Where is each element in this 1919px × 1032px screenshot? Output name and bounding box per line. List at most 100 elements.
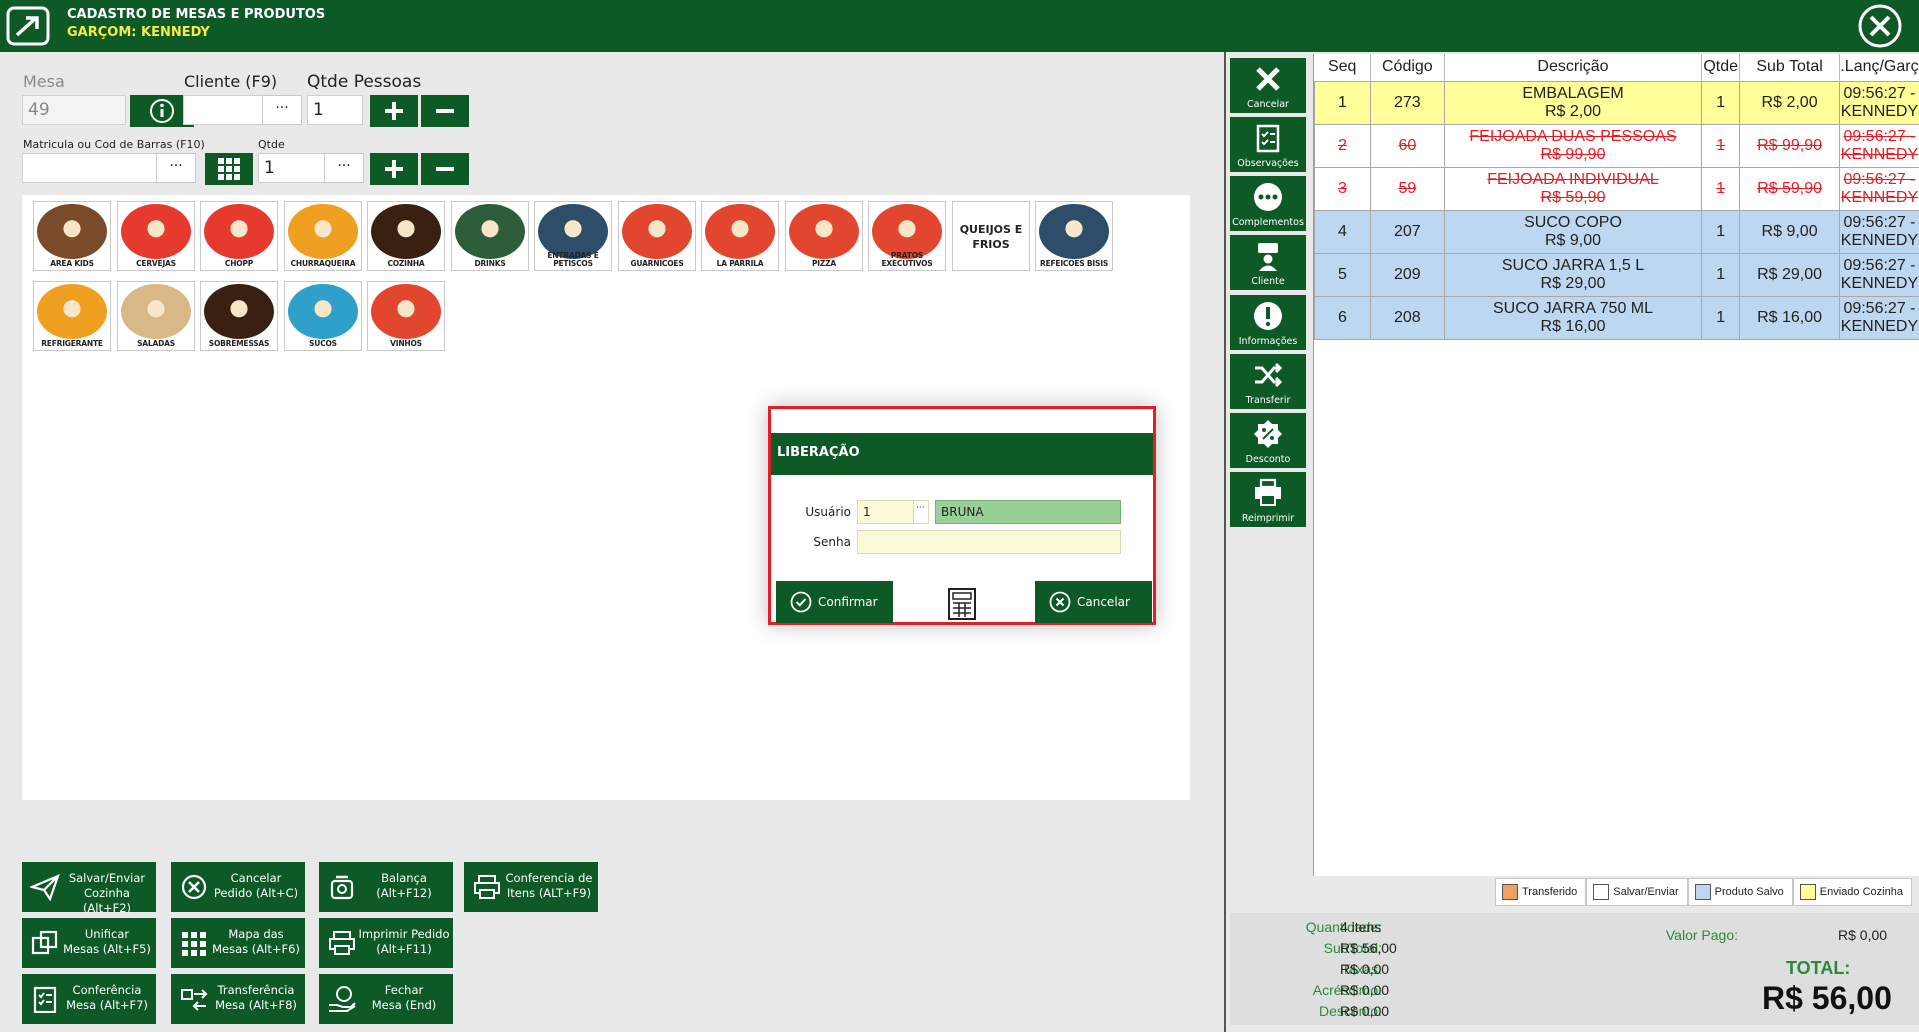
column-header[interactable]: Código (1370, 54, 1445, 81)
cell-codigo: 207 (1369, 209, 1445, 254)
action-button[interactable]: Conferencia de Itens (ALT+F9) (464, 862, 598, 912)
qtde-search-button[interactable]: ··· (324, 153, 364, 183)
cell-seq: 4 (1314, 209, 1371, 254)
category-tile[interactable]: SALADAS (117, 281, 195, 351)
category-tile[interactable]: COZINHA (367, 201, 445, 271)
action-label: Balança (Alt+F12) (357, 871, 451, 901)
action-button[interactable]: Imprimir Pedido (Alt+F11) (319, 918, 453, 968)
category-tile[interactable]: GUARNICOES (618, 201, 696, 271)
pessoas-field[interactable]: 1 (307, 95, 363, 125)
action-button[interactable]: Mapa das Mesas (Alt+F6) (171, 918, 305, 968)
usuario-field[interactable]: 1 (857, 500, 915, 524)
action-button[interactable]: Unificar Mesas (Alt+F5) (22, 918, 156, 968)
side-tool-label: Informações (1238, 336, 1298, 347)
send-icon (30, 874, 60, 901)
side-tool-button[interactable]: Informações (1230, 295, 1306, 350)
table-row[interactable]: 6 208 SUCO JARRA 750 ML R$ 16,00 1 R$ 16,00 09… (1314, 295, 1919, 340)
waiter-name: GARÇOM: KENNEDY (67, 25, 210, 40)
action-button[interactable]: Cancelar Pedido (Alt+C) (171, 862, 305, 912)
barcode-search-button[interactable]: ··· (156, 153, 196, 183)
action-label-line1: Imprimir Pedido (358, 927, 450, 941)
side-tool-button[interactable]: Cliente (1230, 235, 1306, 290)
side-tool-button[interactable]: Desconto (1230, 413, 1306, 468)
side-tool-button[interactable]: Observações (1230, 117, 1306, 172)
cliente-field[interactable] (183, 95, 267, 125)
cell-subtotal: R$ 16,00 (1739, 295, 1840, 340)
usuario-search-button[interactable]: ··· (913, 500, 929, 524)
category-tile[interactable]: PRATOS EXECUTIVOS (868, 201, 946, 271)
table-row[interactable]: 1 273 EMBALAGEM R$ 2,00 1 R$ 2,00 09:56:27 - KE… (1314, 80, 1919, 125)
category-icon (705, 204, 775, 259)
action-button[interactable]: Fechar Mesa (End) (319, 974, 453, 1024)
cell-codigo: 209 (1369, 252, 1445, 297)
cliente-search-button[interactable]: ··· (262, 95, 302, 125)
confirm-button[interactable]: Confirmar (776, 581, 893, 623)
category-tile[interactable]: ENTRADAS E PETISCOS (534, 201, 612, 271)
action-button[interactable]: Salvar/Enviar Cozinha (Alt+F2) (22, 862, 156, 915)
item-price: R$ 29,00 (1540, 274, 1606, 292)
item-name: FEIJOADA INDIVIDUAL (1487, 170, 1659, 188)
action-button[interactable]: Transferência Mesa (Alt+F8) (171, 974, 305, 1024)
side-tool-label: Reimprimir (1241, 513, 1295, 524)
barcode-field[interactable] (22, 153, 160, 183)
category-tile[interactable]: CHURRAQUEIRA (284, 201, 362, 271)
action-button[interactable]: Conferência Mesa (Alt+F7) (22, 974, 156, 1024)
dialog-cancel-button[interactable]: Cancelar (1035, 581, 1152, 623)
column-header[interactable]: Seq (1314, 54, 1371, 81)
category-tile[interactable]: REFRIGERANTE (33, 281, 111, 351)
keypad-button[interactable] (205, 153, 253, 185)
pessoas-plus-button[interactable] (370, 95, 418, 127)
category-tile[interactable]: DRINKS (451, 201, 529, 271)
action-label-line1: Mapa das (228, 927, 284, 941)
qtde-field[interactable]: 1 (258, 153, 328, 183)
table-row[interactable]: 4 207 SUCO COPO R$ 9,00 1 R$ 9,00 09:56:27 - KE… (1314, 209, 1919, 254)
legend-swatch (1694, 884, 1711, 900)
table-row[interactable]: 3 59 FEIJOADA INDIVIDUAL R$ 59,90 1 R$ 59,90 0… (1314, 166, 1919, 211)
category-name: SOBREMESSAS (208, 339, 270, 348)
cell-codigo: 208 (1369, 295, 1445, 340)
info-icon (150, 99, 174, 123)
senha-field[interactable] (857, 530, 1121, 554)
cell-lanc: 09:56:27 - KENNEDY (1838, 80, 1919, 125)
pessoas-minus-button[interactable] (421, 95, 469, 127)
column-header[interactable]: .Lanç/Garç (1839, 54, 1919, 81)
category-name: QUEIJOS E FRIOS (959, 223, 1023, 251)
category-tile[interactable]: CERVEJAS (117, 201, 195, 271)
table-row[interactable]: 2 60 FEIJOADA DUAS PESSOAS R$ 99,90 1 R$ 99,9… (1314, 123, 1919, 168)
category-tile[interactable]: QUEIJOS E FRIOS (952, 201, 1030, 271)
column-header[interactable]: Sub Total (1739, 54, 1840, 81)
cell-qtde: 1 (1701, 166, 1741, 211)
category-tile[interactable]: AREA KIDS (33, 201, 111, 271)
app-logo-icon (6, 6, 50, 46)
item-name: FEIJOADA DUAS PESSOAS (1469, 127, 1677, 145)
category-tile[interactable]: SUCOS (284, 281, 362, 351)
close-icon[interactable] (1856, 3, 1904, 49)
category-tile[interactable]: PIZZA (785, 201, 863, 271)
side-tool-button[interactable]: Reimprimir (1230, 472, 1306, 527)
category-tile[interactable]: LA PARRILA (701, 201, 779, 271)
item-waiter: KENNEDY (1840, 274, 1919, 292)
total-value: R$ 56,00 (1762, 980, 1892, 1016)
category-name: CHOPP (224, 259, 254, 268)
table-row[interactable]: 5 209 SUCO JARRA 1,5 L R$ 29,00 1 R$ 29,00 09:… (1314, 252, 1919, 297)
qtde-plus-button[interactable] (370, 153, 418, 185)
category-tile[interactable]: REFEICOES BISIS (1035, 201, 1113, 271)
action-button[interactable]: Balança (Alt+F12) (319, 862, 453, 912)
cell-subtotal: R$ 59,90 (1739, 166, 1840, 211)
side-tool-button[interactable]: Complementos (1230, 176, 1306, 231)
category-tile[interactable]: CHOPP (200, 201, 278, 271)
category-tile[interactable]: SOBREMESSAS (200, 281, 278, 351)
printer-icon (1255, 478, 1281, 506)
side-tool-button[interactable]: Transferir (1230, 354, 1306, 409)
column-header[interactable]: Descrição (1444, 54, 1703, 81)
calculator-icon[interactable] (947, 587, 977, 621)
column-header[interactable]: Qtde (1701, 54, 1741, 81)
mesa-field[interactable]: 49 (22, 95, 126, 125)
action-label-line2: Mesa (Alt+F7) (66, 998, 148, 1012)
plus-icon (385, 160, 403, 178)
category-tile[interactable]: VINHOS (367, 281, 445, 351)
category-icon (371, 284, 441, 339)
side-tool-button[interactable]: Cancelar (1230, 58, 1306, 113)
qtde-minus-button[interactable] (421, 153, 469, 185)
action-label-line1: Conferência (72, 983, 142, 997)
